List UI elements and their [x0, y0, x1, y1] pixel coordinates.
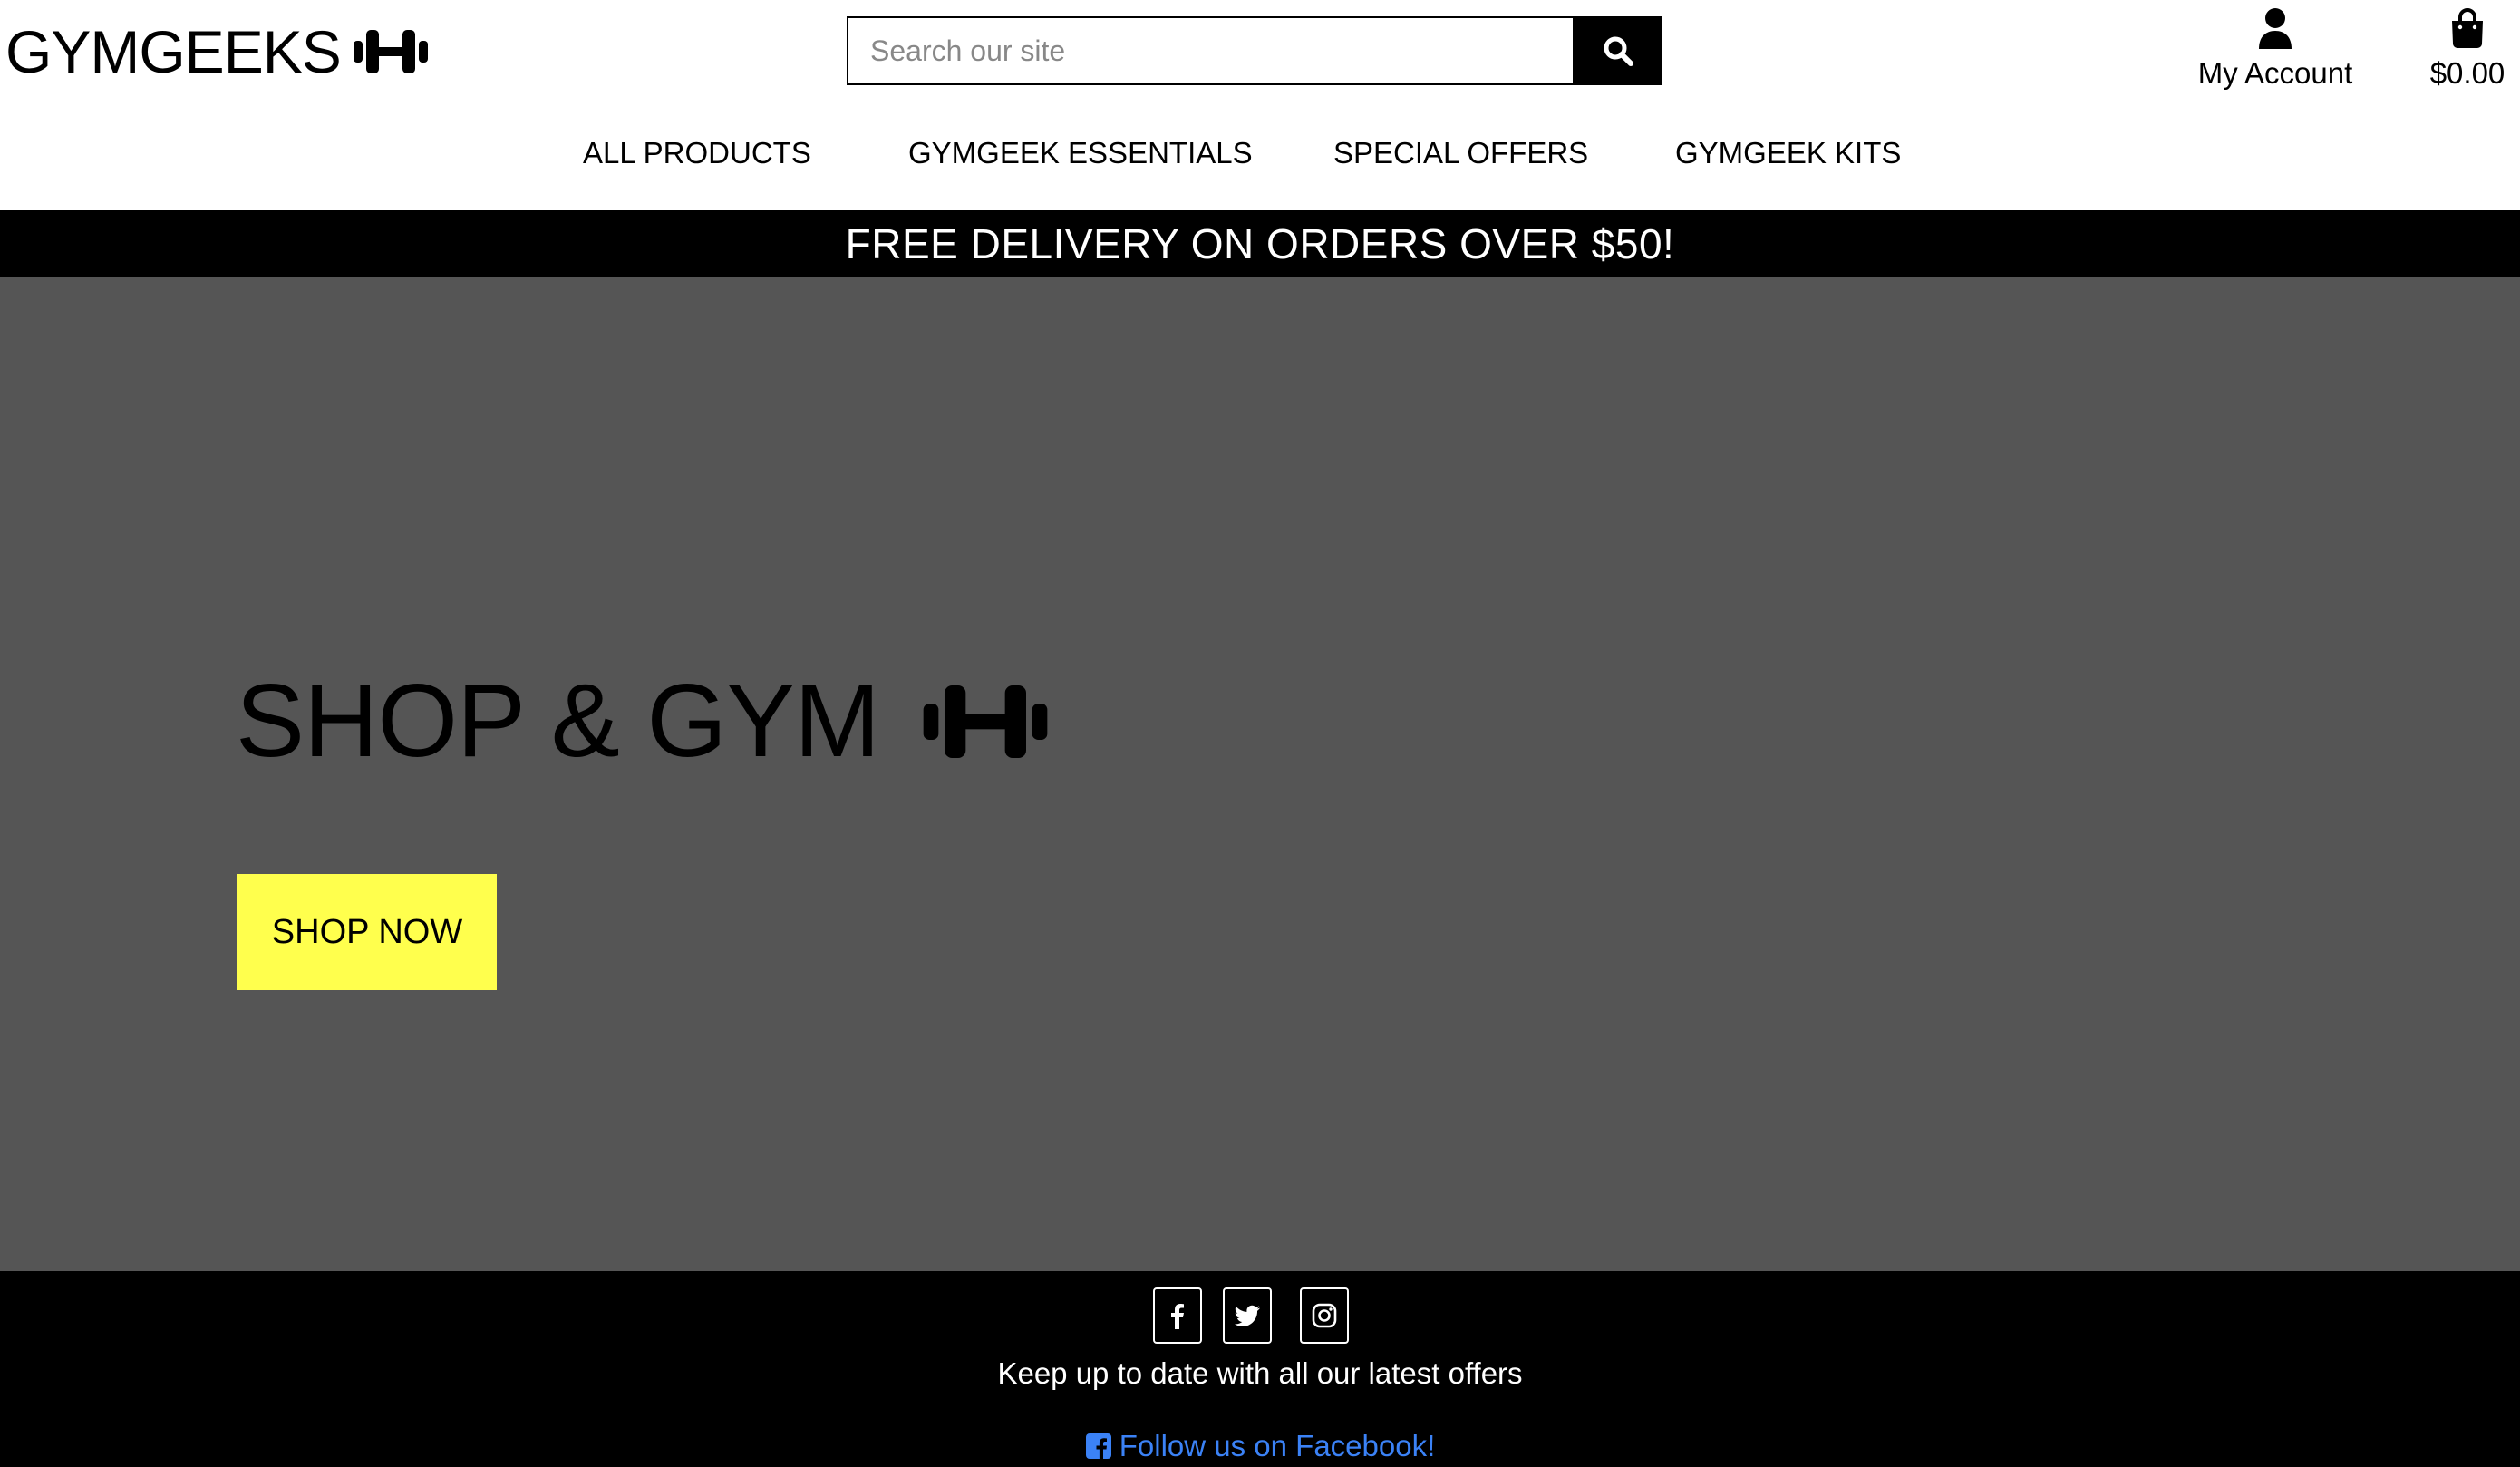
- hero-title-text: SHOP & GYM: [236, 664, 880, 779]
- main-nav: ALL PRODUCTS GYMGEEK ESSENTIALS SPECIAL …: [0, 136, 2520, 185]
- shop-now-button[interactable]: SHOP NOW: [237, 874, 497, 990]
- delivery-banner-text: FREE DELIVERY ON ORDERS OVER $50!: [845, 220, 1675, 267]
- brand-name: GYMGEEKS: [5, 18, 342, 85]
- shopping-bag-icon: [2452, 8, 2483, 48]
- nav-item-special-offers[interactable]: SPECIAL OFFERS: [1333, 136, 1588, 170]
- site-logo[interactable]: GYMGEEKS: [5, 20, 428, 83]
- dumbbell-icon: [353, 30, 428, 73]
- user-icon: [2259, 8, 2292, 49]
- hero-section: SHOP & GYM SHOP NOW: [0, 277, 2520, 1271]
- instagram-icon: [1312, 1303, 1337, 1328]
- hero-title: SHOP & GYM: [236, 667, 1050, 776]
- shopping-bag-link[interactable]: $0.00: [2420, 7, 2515, 91]
- dumbbell-icon: [923, 685, 1048, 758]
- facebook-social-button[interactable]: [1153, 1287, 1202, 1344]
- follow-facebook-label: Follow us on Facebook!: [1119, 1429, 1436, 1462]
- nav-item-gymgeek-essentials[interactable]: GYMGEEK ESSENTIALS: [908, 136, 1253, 170]
- footer-tagline: Keep up to date with all our latest offe…: [997, 1356, 1523, 1390]
- facebook-icon: [1171, 1304, 1184, 1329]
- search-button[interactable]: [1573, 16, 1662, 85]
- search-input[interactable]: [847, 16, 1573, 85]
- delivery-banner: FREE DELIVERY ON ORDERS OVER $50!: [0, 210, 2520, 277]
- my-account-label: My Account: [2197, 56, 2353, 90]
- site-header: GYMGEEKS My Account: [0, 0, 2520, 210]
- nav-item-gymgeek-kits[interactable]: GYMGEEK KITS: [1675, 136, 1901, 170]
- site-footer: Keep up to date with all our latest offe…: [0, 1271, 2520, 1467]
- facebook-follow: Follow us on Facebook!: [0, 1429, 2520, 1463]
- instagram-social-button[interactable]: [1300, 1287, 1349, 1344]
- facebook-square-icon: [1085, 1433, 1111, 1459]
- cart-total: $0.00: [2429, 56, 2505, 90]
- my-account-link[interactable]: My Account: [2194, 7, 2357, 91]
- follow-facebook-link[interactable]: Follow us on Facebook!: [1085, 1429, 1436, 1463]
- nav-item-all-products[interactable]: ALL PRODUCTS: [583, 136, 811, 170]
- twitter-social-button[interactable]: [1223, 1287, 1272, 1344]
- search-form: [847, 16, 1662, 85]
- search-icon: [1604, 36, 1633, 66]
- twitter-icon: [1234, 1305, 1260, 1326]
